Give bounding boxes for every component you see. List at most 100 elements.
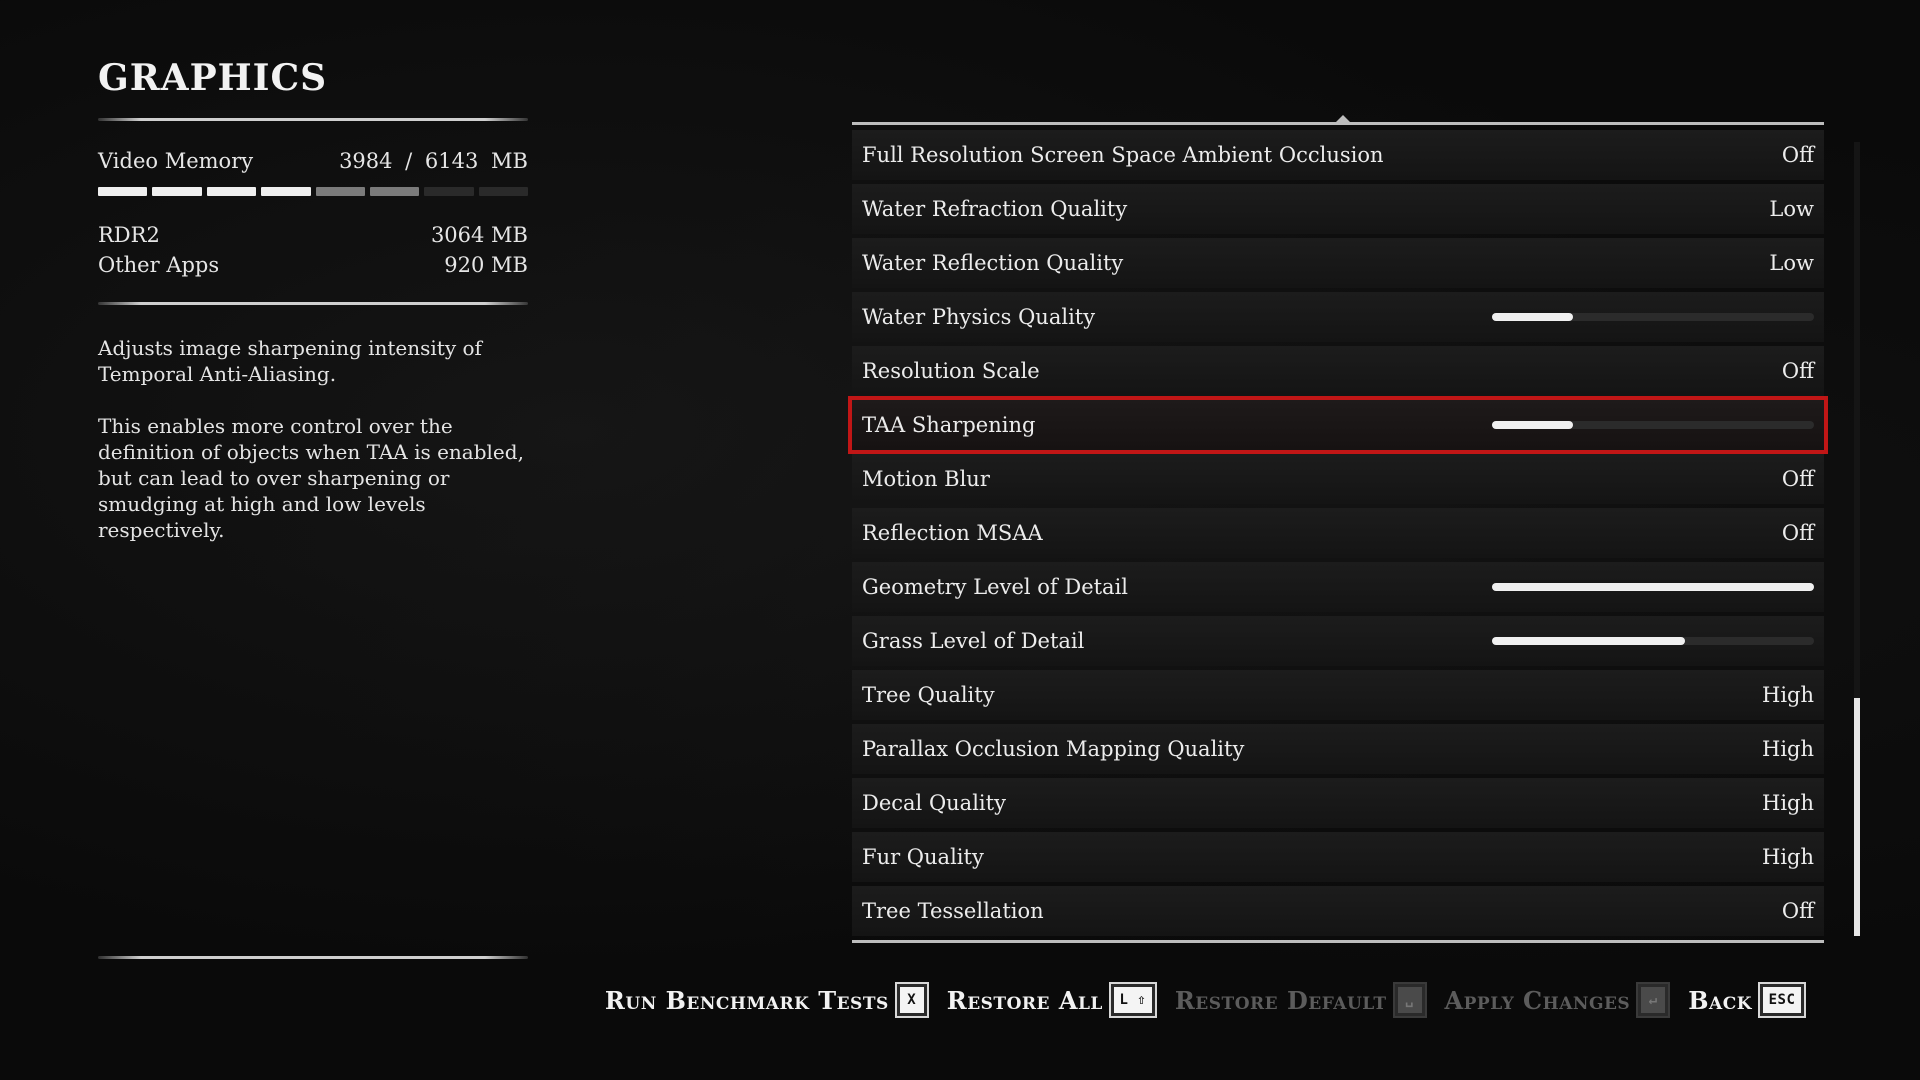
setting-value[interactable]: Off (1782, 899, 1814, 923)
setting-label: Grass Level of Detail (862, 629, 1085, 653)
setting-value[interactable]: Off (1782, 359, 1814, 383)
setting-row[interactable]: Water Physics Quality (852, 292, 1824, 342)
back-button[interactable]: Back ESC (1688, 982, 1806, 1018)
setting-value[interactable]: Off (1782, 521, 1814, 545)
setting-label: Geometry Level of Detail (862, 575, 1129, 599)
memory-segment (424, 187, 474, 196)
setting-row[interactable]: Motion Blur Off (852, 454, 1824, 504)
scroll-up-indicator (1336, 115, 1350, 122)
memory-segment (98, 187, 148, 196)
setting-value[interactable]: Off (1782, 467, 1814, 491)
divider (98, 956, 528, 959)
settings-rows: Full Resolution Screen Space Ambient Occ… (848, 130, 1828, 936)
run-benchmark-button[interactable]: Run Benchmark Tests X (604, 982, 929, 1018)
keybind-icon: L ⇧ (1108, 982, 1157, 1018)
setting-row[interactable]: Parallax Occlusion Mapping Quality High (852, 724, 1824, 774)
list-top-divider (852, 115, 1824, 125)
apply-changes-button[interactable]: Apply Changes ↵ (1444, 982, 1671, 1018)
slider-fill (1492, 421, 1573, 429)
setting-value[interactable]: Low (1769, 251, 1814, 275)
action-label: Run Benchmark Tests (604, 985, 889, 1015)
setting-slider[interactable] (1492, 583, 1814, 591)
page-title: GRAPHICS (98, 57, 328, 99)
restore-default-button[interactable]: Restore Default ␣ (1174, 982, 1427, 1018)
setting-value[interactable]: High (1762, 683, 1814, 707)
setting-label: Resolution Scale (862, 359, 1040, 383)
settings-list: Full Resolution Screen Space Ambient Occ… (848, 115, 1828, 943)
setting-row[interactable]: Tree Quality High (852, 670, 1824, 720)
setting-row-selected[interactable]: TAA Sharpening (848, 396, 1828, 454)
setting-value[interactable]: High (1762, 737, 1814, 761)
setting-label: Tree Tessellation (862, 899, 1044, 923)
setting-label: Parallax Occlusion Mapping Quality (862, 737, 1245, 761)
video-memory-bar (98, 187, 528, 196)
slider-fill (1492, 583, 1814, 591)
setting-description: Adjusts image sharpening intensity of Te… (98, 335, 528, 543)
setting-value[interactable]: Low (1769, 197, 1814, 221)
setting-row[interactable]: Water Reflection Quality Low (852, 238, 1824, 288)
video-memory-label: Video Memory (98, 149, 254, 173)
memory-item-label: RDR2 (98, 223, 160, 247)
setting-row[interactable]: Fur Quality High (852, 832, 1824, 882)
setting-label: Water Refraction Quality (862, 197, 1128, 221)
setting-label: Decal Quality (862, 791, 1006, 815)
video-memory-usage: 3984 / 6143 MB (339, 149, 528, 173)
info-panel: GRAPHICS Video Memory 3984 / 6143 MB RDR… (98, 50, 528, 569)
setting-label: Full Resolution Screen Space Ambient Occ… (862, 143, 1384, 167)
setting-value[interactable]: High (1762, 791, 1814, 815)
divider (98, 302, 528, 305)
keybind-icon: ␣ (1392, 982, 1427, 1018)
memory-segment (152, 187, 202, 196)
keybind-icon: ESC (1758, 982, 1806, 1018)
description-paragraph: Adjusts image sharpening intensity of Te… (98, 336, 482, 386)
setting-row[interactable]: Grass Level of Detail (852, 616, 1824, 666)
memory-item-label: Other Apps (98, 253, 220, 277)
restore-all-button[interactable]: Restore All L ⇧ (946, 982, 1157, 1018)
video-memory-row: Video Memory 3984 / 6143 MB (98, 147, 528, 175)
memory-breakdown-row: Other Apps 920 MB (98, 250, 528, 280)
action-bar: Run Benchmark Tests X Restore All L ⇧ Restor… (604, 982, 1806, 1018)
memory-segment (315, 187, 365, 196)
memory-segment (478, 187, 528, 196)
setting-value[interactable]: Off (1782, 143, 1814, 167)
setting-row[interactable]: Geometry Level of Detail (852, 562, 1824, 612)
slider-fill (1492, 637, 1686, 645)
keybind-icon: X (894, 982, 929, 1018)
setting-slider[interactable] (1492, 313, 1814, 321)
action-label: Restore Default (1174, 985, 1387, 1015)
scrollbar-thumb[interactable] (1854, 697, 1860, 936)
description-paragraph: This enables more control over the defin… (98, 414, 524, 542)
setting-label: Water Reflection Quality (862, 251, 1124, 275)
graphics-settings-screen: GRAPHICS Video Memory 3984 / 6143 MB RDR… (0, 0, 1920, 1080)
setting-row[interactable]: Decal Quality High (852, 778, 1824, 828)
setting-label: Tree Quality (862, 683, 995, 707)
memory-segment (369, 187, 420, 196)
action-label: Apply Changes (1444, 985, 1631, 1015)
setting-row[interactable]: Tree Tessellation Off (852, 886, 1824, 936)
setting-label: Reflection MSAA (862, 521, 1043, 545)
memory-item-value: 920 MB (444, 253, 528, 277)
setting-value[interactable]: High (1762, 845, 1814, 869)
memory-segment (261, 187, 311, 196)
slider-fill (1492, 313, 1573, 321)
setting-label: TAA Sharpening (862, 413, 1036, 437)
memory-breakdown-row: RDR2 3064 MB (98, 220, 528, 250)
setting-row[interactable]: Full Resolution Screen Space Ambient Occ… (852, 130, 1824, 180)
setting-label: Water Physics Quality (862, 305, 1096, 329)
list-bottom-divider (852, 940, 1824, 943)
memory-item-value: 3064 MB (430, 223, 528, 247)
setting-label: Motion Blur (862, 467, 990, 491)
keybind-icon: ↵ (1636, 982, 1671, 1018)
action-label: Restore All (946, 985, 1103, 1015)
action-label: Back (1688, 985, 1752, 1015)
setting-label: Fur Quality (862, 845, 984, 869)
setting-row[interactable]: Water Refraction Quality Low (852, 184, 1824, 234)
setting-row[interactable]: Resolution Scale Off (852, 346, 1824, 396)
setting-row[interactable]: Reflection MSAA Off (852, 508, 1824, 558)
scrollbar[interactable] (1854, 142, 1860, 936)
setting-slider[interactable] (1492, 637, 1814, 645)
setting-slider[interactable] (1492, 421, 1814, 429)
memory-segment (206, 187, 257, 196)
memory-breakdown: RDR2 3064 MB Other Apps 920 MB (98, 220, 528, 280)
divider (98, 118, 528, 121)
